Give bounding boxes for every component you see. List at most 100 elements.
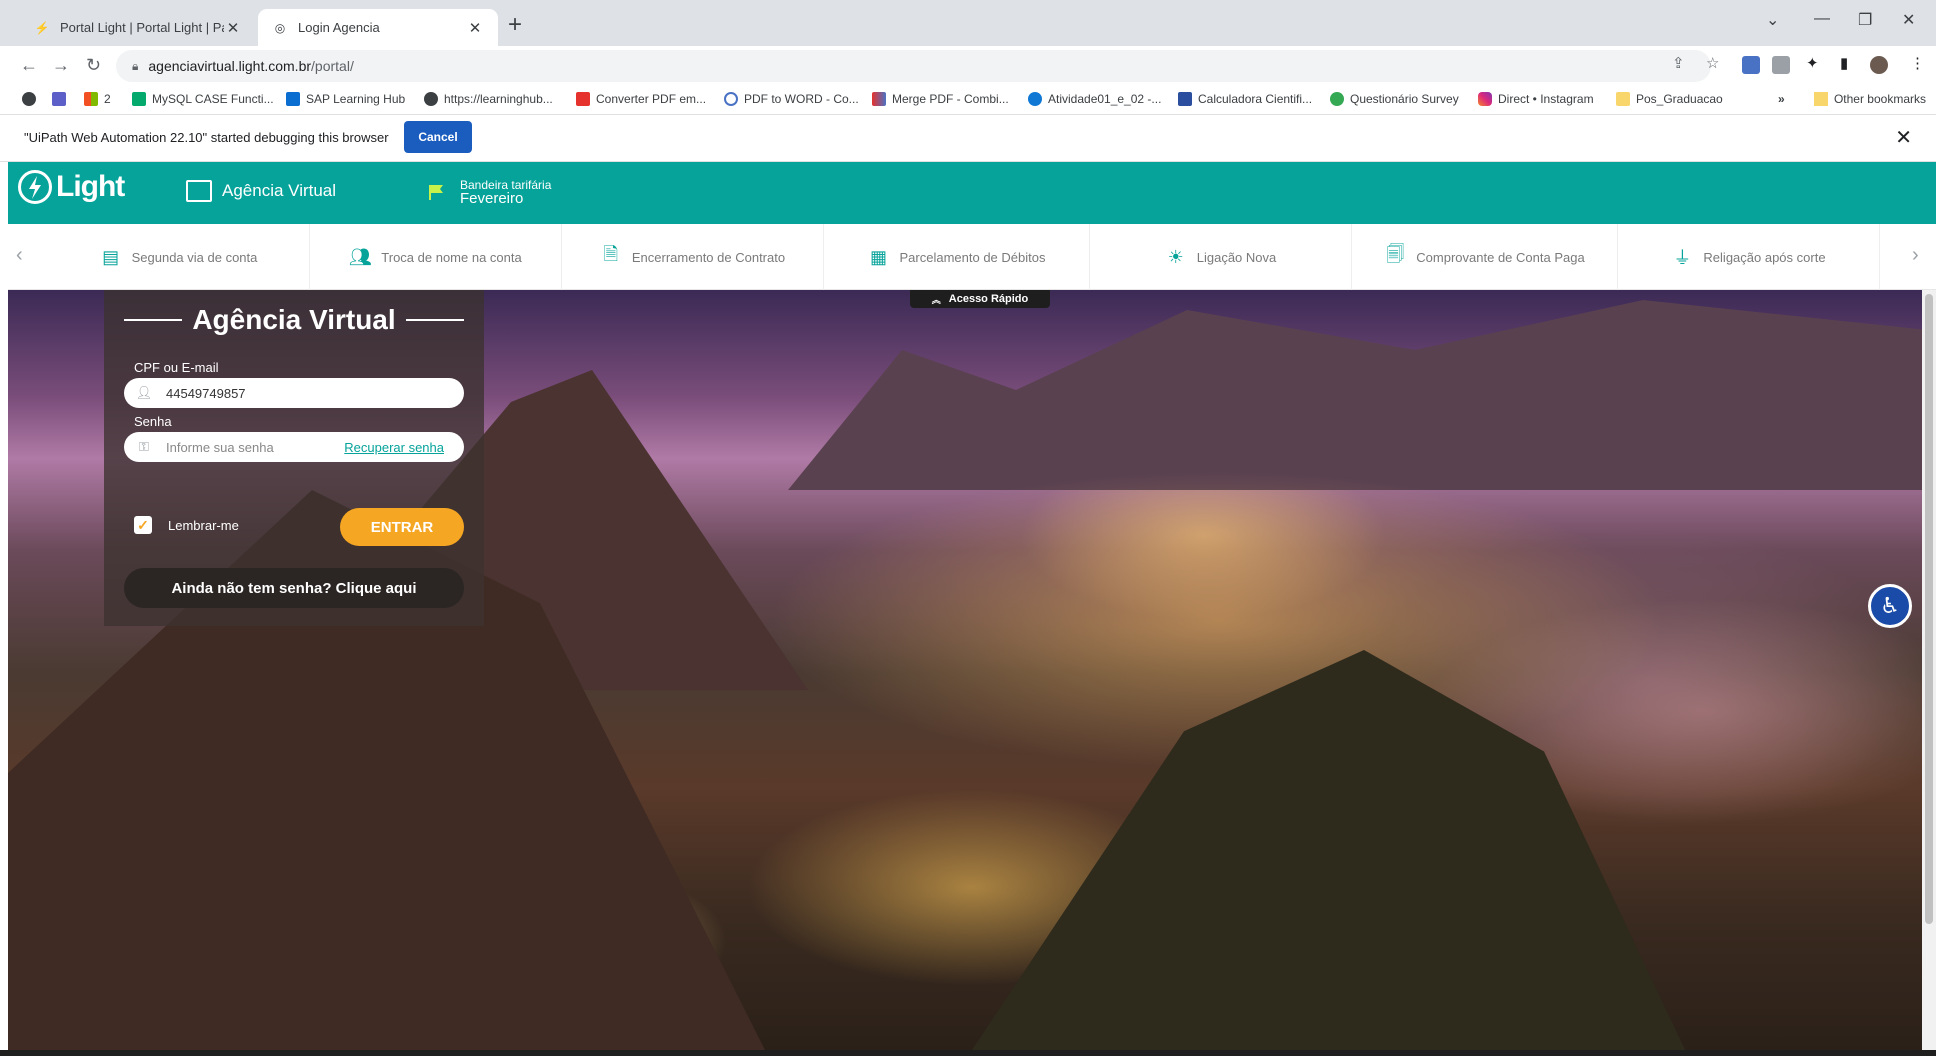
flag-icon xyxy=(429,185,443,200)
menu-kebab-icon[interactable]: ⋮ xyxy=(1910,54,1925,72)
address-bar[interactable]: 🔒︎ agenciavirtual.light.com.br/portal/ xyxy=(116,50,1711,82)
bookmark-item[interactable]: PDF to WORD - Co... xyxy=(724,92,859,106)
light-bulb-icon: ☀︎ xyxy=(1167,246,1184,267)
title-rule-left xyxy=(124,319,183,321)
forward-icon[interactable]: → xyxy=(52,55,70,76)
bookmark-item[interactable]: 2 xyxy=(84,92,111,106)
tab-search-icon[interactable]: ⌄ xyxy=(1766,10,1779,30)
close-infobar-icon[interactable]: ✕ xyxy=(1895,125,1912,150)
puzzle-extensions-icon[interactable]: ✦ xyxy=(1806,54,1819,72)
sap-icon xyxy=(286,92,300,106)
page-scrollbar[interactable] xyxy=(1922,290,1936,1056)
bookmark-item[interactable]: Pos_Graduacao xyxy=(1616,92,1723,106)
quicknav-segunda-via[interactable]: ▤ Segunda via de conta xyxy=(48,224,310,290)
close-tab-icon[interactable]: ✕ xyxy=(466,19,484,37)
remember-me-checkbox[interactable]: ✓ Lembrar-me xyxy=(134,516,239,534)
extension-icon[interactable] xyxy=(1772,56,1790,74)
bookmark-item[interactable]: Merge PDF - Combi... xyxy=(872,92,1009,106)
agencia-virtual-link[interactable]: Agência Virtual xyxy=(186,180,336,202)
infobar-message: "UiPath Web Automation 22.10" started de… xyxy=(24,130,389,145)
scrollbar-thumb[interactable] xyxy=(1925,294,1933,924)
chevron-right-icon[interactable]: › xyxy=(1912,244,1919,267)
signup-link-button[interactable]: Ainda não tem senha? Clique aqui xyxy=(124,568,464,608)
tab-title: Login Agencia xyxy=(298,20,380,35)
bookmark-item[interactable]: Direct • Instagram xyxy=(1478,92,1594,106)
bookmark-item[interactable]: Questionário Survey xyxy=(1330,92,1459,106)
receipt-icon: 🗐︎ xyxy=(1386,244,1405,264)
w3schools-icon xyxy=(132,92,146,106)
quicknav-troca-nome[interactable]: 👥︎ Troca de nome na conta xyxy=(310,224,562,290)
hero-mountain-range xyxy=(788,300,1928,490)
cancel-debugging-button[interactable]: Cancel xyxy=(404,121,472,153)
bookmark-item[interactable]: Atividade01_e_02 -... xyxy=(1028,92,1161,106)
light-logo[interactable]: Light xyxy=(18,170,125,204)
minimize-icon[interactable]: — xyxy=(1814,10,1830,28)
survey-icon xyxy=(1330,92,1344,106)
cpf-value: 44549749857 xyxy=(166,385,246,401)
bookmark-item[interactable] xyxy=(22,92,42,106)
quicknav-parcelamento[interactable]: ▦ Parcelamento de Débitos xyxy=(824,224,1090,290)
cpf-label: CPF ou E-mail xyxy=(134,360,219,375)
globe-icon xyxy=(22,92,36,106)
profile-avatar[interactable] xyxy=(1870,56,1888,74)
bookmark-item[interactable]: Converter PDF em... xyxy=(576,92,706,106)
chevron-left-icon[interactable]: ‹ xyxy=(16,244,23,267)
close-window-icon[interactable]: ✕ xyxy=(1902,10,1915,30)
quicknav-religacao[interactable]: ⏚ Religação após corte xyxy=(1618,224,1880,290)
bookmark-item[interactable]: MySQL CASE Functi... xyxy=(132,92,274,106)
calculator-icon: ▦ xyxy=(869,246,887,267)
side-panel-icon[interactable]: ▮ xyxy=(1840,54,1848,72)
cpf-email-input[interactable]: 👤︎ 44549749857 xyxy=(124,378,464,408)
new-tab-button[interactable]: + xyxy=(508,11,522,39)
bookmark-item[interactable] xyxy=(52,92,72,106)
recover-password-link[interactable]: Recuperar senha xyxy=(344,440,444,455)
plug-icon: ⏚ xyxy=(1673,248,1692,268)
pdf-icon xyxy=(576,92,590,106)
windows-icon xyxy=(84,92,98,106)
page-viewport: Light Agência Virtual Bandeira tarifária… xyxy=(8,162,1936,1056)
login-panel: Agência Virtual CPF ou E-mail 👤︎ 4454974… xyxy=(104,290,484,626)
globe-icon: ◎ xyxy=(274,20,286,35)
user-icon: 👤︎ xyxy=(135,385,153,400)
quicknav-comprovante[interactable]: 🗐︎ Comprovante de Conta Paga xyxy=(1352,224,1618,290)
tab-title: Portal Light | Portal Light | Para E xyxy=(60,20,224,35)
tab-login-agencia[interactable]: ◎ Login Agencia ✕ xyxy=(258,9,498,46)
restore-icon[interactable]: ❐ xyxy=(1858,10,1872,30)
bookmark-item[interactable]: SAP Learning Hub xyxy=(286,92,405,106)
lock-icon: 🔒︎ xyxy=(132,58,139,73)
share-icon[interactable]: ⇪ xyxy=(1672,54,1685,72)
quicknav-encerramento[interactable]: 🗎︎ Encerramento de Contrato xyxy=(562,224,824,290)
quicknav-ligacao-nova[interactable]: ☀︎ Ligação Nova xyxy=(1090,224,1352,290)
close-tab-icon[interactable]: ✕ xyxy=(224,19,242,37)
lightning-bolt-icon xyxy=(18,170,52,204)
reload-icon[interactable]: ↻ xyxy=(86,55,101,76)
bookmark-item[interactable]: Calculadora Cientifi... xyxy=(1178,92,1312,106)
acesso-rapido-toggle[interactable]: ︽ Acesso Rápido xyxy=(910,290,1050,308)
folder-icon xyxy=(1813,92,1828,106)
back-icon[interactable]: ← xyxy=(20,55,38,76)
teams-icon xyxy=(52,92,66,106)
accessibility-icon[interactable]: ♿︎ xyxy=(1868,584,1912,628)
browser-chrome: ⚡ Portal Light | Portal Light | Para E ✕… xyxy=(0,0,1936,162)
entrar-button[interactable]: ENTRAR xyxy=(340,508,464,546)
bookmarks-overflow-button[interactable]: » xyxy=(1778,92,1785,106)
taskbar-edge xyxy=(0,1050,1936,1056)
bookmark-star-icon[interactable]: ☆ xyxy=(1706,54,1719,72)
login-title: Agência Virtual xyxy=(104,304,484,336)
bandeira-tarifaria[interactable]: Bandeira tarifária Fevereiro xyxy=(460,178,551,207)
key-icon: ⚿ xyxy=(139,439,149,454)
bookmark-item[interactable]: https://learninghub... xyxy=(424,92,553,106)
extension-icon[interactable] xyxy=(1742,56,1760,74)
debugging-infobar: "UiPath Web Automation 22.10" started de… xyxy=(0,114,1936,162)
password-input[interactable]: ⚿ Informe sua senha Recuperar senha xyxy=(124,432,464,462)
tab-portal-light[interactable]: ⚡ Portal Light | Portal Light | Para E ✕ xyxy=(20,9,256,46)
logo-text: Light xyxy=(56,170,125,203)
users-icon: 👥︎ xyxy=(348,246,372,267)
bandeira-value: Fevereiro xyxy=(460,190,524,207)
instagram-icon xyxy=(1478,92,1492,106)
pdf-icon xyxy=(872,92,886,106)
quick-services-nav: ‹ ▤ Segunda via de conta 👥︎ Troca de nome … xyxy=(8,224,1936,290)
password-placeholder: Informe sua senha xyxy=(166,439,274,455)
convert-icon xyxy=(724,92,738,106)
other-bookmarks[interactable]: Other bookmarks xyxy=(1813,92,1926,106)
